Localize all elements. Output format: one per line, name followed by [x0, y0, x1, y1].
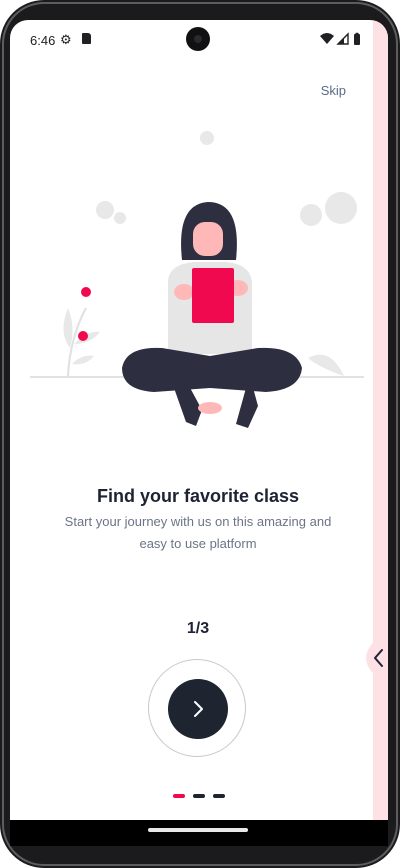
bubble-decoration: [325, 192, 357, 224]
bubble-decoration: [96, 201, 114, 219]
settings-gear-icon: ⚙: [60, 32, 72, 47]
person-figure: [122, 202, 302, 428]
home-gesture-handle[interactable]: [148, 828, 248, 832]
onboarding-title: Find your favorite class: [96, 486, 300, 506]
page-dot-active: [173, 794, 185, 798]
plant-decoration: [63, 287, 100, 377]
page-dot: [213, 794, 225, 798]
skip-button[interactable]: Skip: [321, 83, 346, 98]
onboarding-subtitle: Start your journey with us on this amazi…: [64, 514, 332, 551]
leaf-decoration: [308, 354, 344, 376]
app-screen: 6:46 ⚙ Skip Find your favorite class Sta…: [10, 20, 388, 846]
bubble-decoration: [200, 131, 214, 145]
sd-card-icon: [82, 33, 91, 44]
front-camera: [186, 27, 210, 51]
status-time: 6:46: [30, 33, 56, 48]
status-icons: [320, 32, 360, 45]
wifi-icon: [320, 33, 334, 44]
status-bar: 6:46 ⚙: [10, 20, 388, 60]
page-dot: [193, 794, 205, 798]
page-indicator: 1/3: [186, 620, 210, 637]
battery-icon: [354, 34, 360, 45]
next-button[interactable]: [168, 679, 228, 739]
onboarding-illustration: [30, 131, 364, 428]
chevron-right-icon: [194, 701, 203, 717]
system-nav-bar: [10, 820, 388, 846]
page-dots: [173, 794, 225, 800]
phone-device: 6:46 ⚙ Skip Find your favorite class Sta…: [0, 0, 400, 868]
bubble-decoration: [300, 204, 322, 226]
back-tab[interactable]: [358, 632, 388, 684]
side-accent-strip: [373, 20, 388, 820]
bubble-decoration: [114, 212, 126, 224]
